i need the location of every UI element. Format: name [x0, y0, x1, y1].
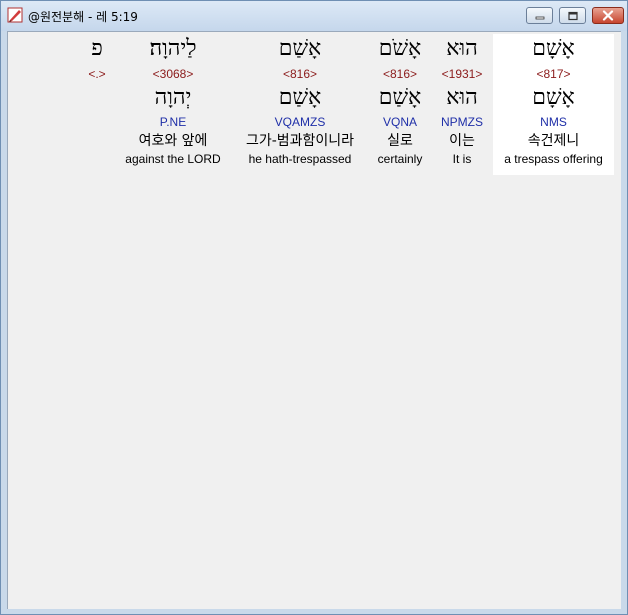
english-gloss: he hath-trespassed [248, 152, 352, 166]
morphology-code: VQAMZS [274, 115, 326, 129]
korean-gloss: 이는 [449, 133, 475, 149]
close-button[interactable] [592, 7, 624, 24]
strong-number: <.> [88, 67, 106, 81]
hebrew-word: פ [91, 36, 103, 61]
korean-gloss: 그가-범과함이니라 [245, 133, 355, 149]
strong-number: <1931> [441, 67, 483, 81]
word-column[interactable]: אָשָׁם <817> אָשָׁם NMS 속건제니 a trespass … [493, 34, 614, 175]
strong-number: <817> [536, 67, 571, 81]
hebrew-word: אָשַׁם [278, 36, 322, 61]
hebrew-word: אָשֹׁם [378, 36, 422, 61]
hebrew-word: הוּא [446, 36, 478, 61]
english-gloss: certainly [377, 152, 423, 166]
korean-gloss: 속건제니 [527, 133, 580, 149]
strong-number: <816> [282, 67, 318, 81]
english-gloss: It is [452, 152, 472, 166]
maximize-icon [567, 11, 578, 20]
hebrew-lexeme: יְהוָה [154, 85, 192, 110]
hebrew-lexeme: אָשָׁם [532, 85, 575, 110]
close-icon [602, 10, 614, 21]
word-column[interactable]: אָשֹׁם <816> אָשַׁם VQNA 실로 certainly [370, 34, 430, 175]
maximize-button[interactable] [559, 7, 586, 24]
window-title: @원전분해 - 레 5:19 [28, 10, 138, 24]
morphology-code: P.NE [159, 115, 187, 129]
strong-number: <816> [382, 67, 418, 81]
minimize-button[interactable] [526, 7, 553, 24]
word-column[interactable]: הוּא <1931> הוּא NPMZS 이는 It is [434, 34, 490, 175]
english-gloss: against the LORD [125, 152, 221, 166]
interlinear-view[interactable]: אָשָׁם <817> אָשָׁם NMS 속건제니 a trespass … [7, 31, 621, 609]
hebrew-lexeme: הוּא [446, 85, 478, 110]
korean-gloss: 실로 [387, 133, 413, 149]
app-window: @원전분해 - 레 5:19 אָשָׁם <817> אָשָׁם NMS 속… [0, 0, 628, 615]
hebrew-word: אָשָׁם [532, 36, 575, 61]
word-column[interactable]: פ <.> [80, 34, 114, 175]
title-bar[interactable]: @원전분해 - 레 5:19 [1, 1, 627, 31]
minimize-icon [535, 16, 544, 19]
morphology-code: NMS [540, 115, 567, 129]
hebrew-word: לַיהוָה׃ [149, 36, 197, 61]
morphology-code: VQNA [382, 115, 417, 129]
english-gloss: a trespass offering [504, 152, 603, 166]
hebrew-lexeme: אָשַׁם [278, 85, 322, 110]
morphology-code: NPMZS [441, 115, 483, 129]
hebrew-lexeme: אָשַׁם [378, 85, 422, 110]
word-column[interactable]: לַיהוָה׃ <3068> יְהוָה P.NE 여호와 앞에 again… [118, 34, 228, 175]
word-column[interactable]: אָשַׁם <816> אָשַׁם VQAMZS 그가-범과함이니라 he … [234, 34, 366, 175]
strong-number: <3068> [152, 67, 194, 81]
korean-gloss: 여호와 앞에 [138, 133, 208, 149]
quill-pen-icon [7, 7, 23, 23]
